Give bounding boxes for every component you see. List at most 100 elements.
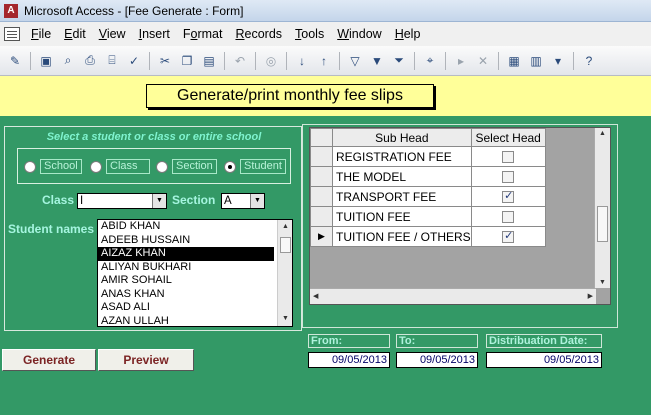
table-row[interactable]: REGISTRATION FEE: [310, 146, 546, 167]
menu-item[interactable]: Format: [178, 27, 231, 41]
record-selector[interactable]: [310, 206, 333, 227]
record-selector[interactable]: [310, 166, 333, 187]
selection-caption: Select a student or class or entire scho…: [46, 131, 262, 143]
menu-item[interactable]: Help: [390, 27, 429, 41]
menu-item[interactable]: File: [26, 27, 59, 41]
scroll-thumb[interactable]: [280, 237, 291, 253]
filter-by-selection-icon[interactable]: ▽: [346, 52, 364, 70]
delete-record-icon[interactable]: ✕: [474, 52, 492, 70]
form-menu-icon[interactable]: [4, 27, 20, 41]
list-item[interactable]: ASAD ALI: [98, 301, 274, 315]
list-item[interactable]: ALIYAN BUKHARI: [98, 261, 274, 275]
list-item[interactable]: AMIR SOHAIL: [98, 274, 274, 288]
table-row[interactable]: TRANSPORT FEE: [310, 186, 546, 207]
chevron-down-icon[interactable]: ▼: [250, 194, 264, 208]
design-view-icon[interactable]: ✎: [6, 52, 24, 70]
apply-filter-icon[interactable]: ⏷: [390, 52, 408, 70]
menu-item[interactable]: Insert: [134, 27, 178, 41]
select-head-checkbox[interactable]: [502, 151, 515, 164]
sub-head-cell[interactable]: TUITION FEE / OTHERS: [332, 226, 472, 247]
grid-horizontal-scrollbar[interactable]: ◀ ▶: [310, 288, 596, 304]
hyperlink-icon[interactable]: ◎: [262, 52, 280, 70]
find-icon[interactable]: ⌖: [421, 52, 439, 70]
list-item[interactable]: ADEEB HUSSAIN: [98, 234, 274, 248]
scroll-down-icon[interactable]: ▼: [278, 312, 292, 326]
student-listbox[interactable]: ABID KHAN ADEEB HUSSAIN AIZAZ KHAN ALIYAN B…: [97, 219, 293, 327]
database-window-icon[interactable]: ▥: [527, 52, 545, 70]
scroll-up-icon[interactable]: ▲: [599, 130, 606, 137]
generate-button[interactable]: Generate: [2, 349, 96, 371]
list-item[interactable]: ABID KHAN: [98, 220, 274, 234]
list-scrollbar[interactable]: ▲ ▼: [277, 220, 292, 326]
record-selector[interactable]: [310, 186, 333, 207]
distribution-date-field[interactable]: 09/05/2013: [486, 352, 602, 368]
paste-icon[interactable]: ▤: [200, 52, 218, 70]
menu-item[interactable]: Tools: [290, 27, 332, 41]
toolbar-separator: [255, 51, 256, 70]
scope-option-class[interactable]: Class: [90, 159, 150, 174]
scroll-down-icon[interactable]: ▼: [599, 279, 606, 286]
scope-option-school[interactable]: School: [24, 159, 82, 174]
preview-button[interactable]: Preview: [98, 349, 194, 371]
column-header-select-head[interactable]: Select Head: [470, 128, 546, 147]
select-head-checkbox[interactable]: [502, 229, 515, 244]
chevron-down-icon[interactable]: ▼: [152, 194, 166, 208]
column-header-sub-head[interactable]: Sub Head: [332, 128, 472, 147]
section-combo[interactable]: A ▼: [221, 193, 265, 209]
grid-vertical-scrollbar[interactable]: ▲ ▼: [594, 128, 610, 288]
print-preview-icon[interactable]: ⌸: [103, 52, 121, 70]
radio-button[interactable]: [24, 160, 36, 173]
fee-heads-grid[interactable]: Sub Head Select Head REGISTRATION FEE THE…: [309, 127, 611, 305]
scope-option-section[interactable]: Section: [156, 159, 217, 174]
spelling-icon[interactable]: ✓: [125, 52, 143, 70]
sub-head-cell[interactable]: TUITION FEE: [332, 206, 472, 227]
list-item[interactable]: ANAS KHAN: [98, 288, 274, 302]
table-row[interactable]: ▶ TUITION FEE / OTHERS: [310, 226, 546, 247]
toolbar-separator: [445, 51, 446, 70]
select-head-checkbox[interactable]: [502, 211, 515, 224]
filter-by-form-icon[interactable]: ▼: [368, 52, 386, 70]
new-object-icon[interactable]: ▾: [549, 52, 567, 70]
scroll-right-icon[interactable]: ▶: [588, 292, 593, 300]
select-head-checkbox[interactable]: [502, 171, 515, 184]
sub-head-cell[interactable]: THE MODEL: [332, 166, 472, 187]
radio-button[interactable]: [90, 160, 102, 173]
class-combo[interactable]: I ▼: [77, 193, 167, 209]
scope-option-student[interactable]: Student: [224, 159, 286, 174]
save-icon[interactable]: ▣: [37, 52, 55, 70]
from-date-field[interactable]: 09/05/2013: [308, 352, 390, 368]
list-item[interactable]: AZAN ULLAH: [98, 315, 274, 327]
toolbar: ✎ ▣ ⌕ ⎙ ⌸ ✓ ✂ ❐ ▤ ↶ ◎ ↓ ↑ ▽ ▼ ⏷ ⌖ ▸ ✕ ▦ …: [0, 46, 651, 76]
new-record-icon[interactable]: ▸: [452, 52, 470, 70]
sub-head-cell[interactable]: TRANSPORT FEE: [332, 186, 472, 207]
menu-item[interactable]: Edit: [59, 27, 94, 41]
copy-icon[interactable]: ❐: [178, 52, 196, 70]
record-selector[interactable]: [310, 146, 333, 167]
radio-button[interactable]: [156, 160, 168, 173]
access-app-icon[interactable]: A: [4, 3, 18, 18]
sort-ascending-icon[interactable]: ↓: [293, 52, 311, 70]
table-row[interactable]: THE MODEL: [310, 166, 546, 187]
undo-icon[interactable]: ↶: [231, 52, 249, 70]
sort-descending-icon[interactable]: ↑: [315, 52, 333, 70]
menu-item[interactable]: Records: [230, 27, 290, 41]
current-record-icon[interactable]: ▶: [310, 226, 333, 247]
menu-item[interactable]: View: [94, 27, 134, 41]
toolbar-separator: [149, 51, 150, 70]
to-date-field[interactable]: 09/05/2013: [396, 352, 478, 368]
scroll-left-icon[interactable]: ◀: [313, 292, 318, 300]
scroll-thumb[interactable]: [597, 206, 608, 242]
table-row[interactable]: TUITION FEE: [310, 206, 546, 227]
help-icon[interactable]: ?: [580, 52, 598, 70]
scroll-up-icon[interactable]: ▲: [278, 220, 292, 234]
select-head-checkbox[interactable]: [502, 189, 515, 204]
sub-head-cell[interactable]: REGISTRATION FEE: [332, 146, 472, 167]
radio-button-selected[interactable]: [224, 160, 236, 173]
select-all-cell[interactable]: [310, 128, 333, 147]
properties-icon[interactable]: ▦: [505, 52, 523, 70]
cut-icon[interactable]: ✂: [156, 52, 174, 70]
search-file-icon[interactable]: ⌕: [59, 52, 77, 70]
print-icon[interactable]: ⎙: [81, 52, 99, 70]
menu-item[interactable]: Window: [332, 27, 389, 41]
list-item[interactable]: AIZAZ KHAN: [98, 246, 275, 262]
